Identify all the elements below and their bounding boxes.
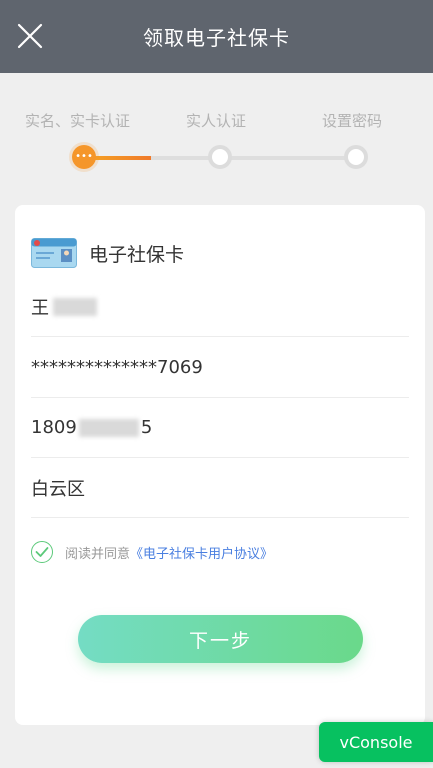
- step-dot-active: •••: [72, 145, 96, 169]
- step-dot-active-text: •••: [75, 151, 93, 162]
- id-row: **************7069: [31, 338, 409, 398]
- id-number-value: **************7069: [31, 357, 203, 378]
- card-header: 电子社保卡: [31, 235, 184, 271]
- social-security-card-icon: [31, 238, 77, 268]
- next-step-button[interactable]: 下一步: [78, 615, 363, 663]
- progress-steps: 实名、实卡认证 实人认证 设置密码 •••: [0, 100, 433, 180]
- card-title: 电子社保卡: [89, 243, 185, 266]
- phone-prefix: 1809: [31, 417, 77, 438]
- top-bar: 领取电子社保卡: [0, 0, 433, 73]
- info-card: 电子社保卡 王 **************7069 1809 5 白云区 阅读…: [15, 205, 425, 725]
- check-circle-icon[interactable]: [31, 541, 53, 563]
- close-icon[interactable]: [16, 22, 44, 50]
- page-title: 领取电子社保卡: [143, 26, 290, 50]
- agreement-row: 阅读并同意 《电子社保卡用户协议》: [31, 541, 273, 563]
- step-label-password: 设置密码: [322, 112, 383, 130]
- name-row: 王: [31, 277, 409, 337]
- step-label-realname: 实名、实卡认证: [25, 112, 131, 130]
- phone-suffix: 5: [140, 417, 153, 438]
- name-redacted: [53, 297, 97, 316]
- phone-redacted: [78, 418, 139, 437]
- step-dot-face: [208, 145, 232, 169]
- district-row: 白云区: [31, 458, 409, 518]
- name-value: 王: [31, 297, 49, 319]
- district-value: 白云区: [31, 478, 85, 500]
- agreement-link[interactable]: 《电子社保卡用户协议》: [130, 543, 273, 562]
- step-label-face: 实人认证: [186, 112, 247, 130]
- step-dot-password: [344, 145, 368, 169]
- vconsole-button[interactable]: vConsole: [319, 722, 433, 762]
- phone-row: 1809 5: [31, 398, 409, 458]
- agreement-text: 阅读并同意: [65, 546, 131, 562]
